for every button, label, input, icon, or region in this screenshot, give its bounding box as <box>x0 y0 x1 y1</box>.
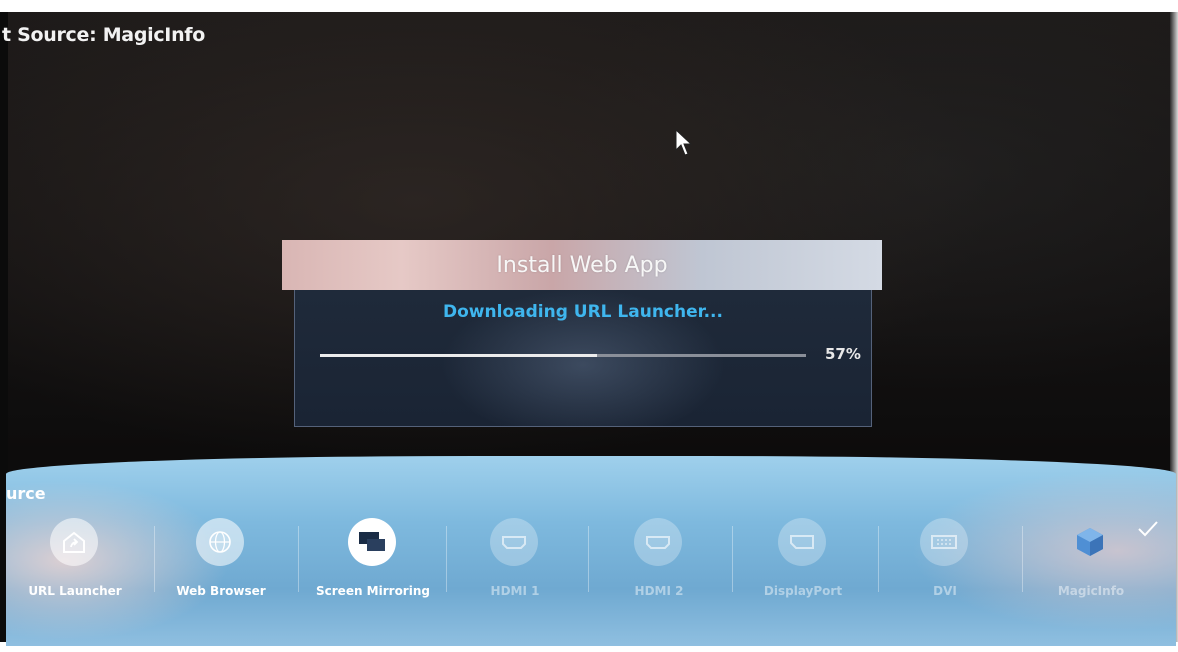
install-dialog-header: Install Web App <box>282 240 882 290</box>
hdmi-icon <box>490 518 538 566</box>
source-item-label: URL Launcher <box>28 584 122 598</box>
source-item-hdmi1[interactable]: HDMI 1 <box>450 518 580 628</box>
check-icon <box>1138 521 1158 537</box>
divider <box>446 526 447 592</box>
download-progress-bar <box>320 354 806 357</box>
magicinfo-icon <box>1066 518 1114 566</box>
divider <box>1022 526 1023 592</box>
install-dialog: Downloading URL Launcher... 57% <box>294 290 872 427</box>
source-item-label: Screen Mirroring <box>316 584 430 598</box>
displayport-icon <box>778 518 826 566</box>
source-item-web-browser[interactable]: Web Browser <box>156 518 286 628</box>
input-source-title: t Source: MagicInfo <box>2 24 206 46</box>
source-item-label: DisplayPort <box>763 584 843 598</box>
divider <box>154 526 155 592</box>
source-item-hdmi2[interactable]: HDMI 2 <box>594 518 724 628</box>
source-item-label: Web Browser <box>176 584 266 598</box>
source-bar-label: urce <box>6 484 46 503</box>
source-item-label: MagicInfo <box>1057 584 1125 598</box>
source-item-displayport[interactable]: DisplayPort <box>738 518 868 628</box>
source-item-dvi[interactable]: DVI <box>880 518 1010 628</box>
divider <box>298 526 299 592</box>
source-item-screen-mirroring[interactable]: Screen Mirroring <box>308 518 438 628</box>
source-item-url-launcher[interactable]: URL Launcher <box>10 518 140 628</box>
source-item-label: HDMI 1 <box>490 584 540 598</box>
web-browser-icon <box>196 518 244 566</box>
photo-frame: t Source: MagicInfo Install Web App Down… <box>0 0 1178 652</box>
download-progress-percent: 57% <box>825 345 861 363</box>
mouse-cursor-icon <box>675 128 693 156</box>
install-dialog-title: Install Web App <box>496 252 668 278</box>
divider <box>588 526 589 592</box>
source-bar: urce URL Launcher Web Browser Screen Mir… <box>6 456 1176 646</box>
screen-mirroring-icon <box>348 518 396 566</box>
source-item-label: HDMI 2 <box>634 584 684 598</box>
source-item-label: DVI <box>933 584 957 598</box>
download-progress-fill <box>320 354 598 357</box>
hdmi-icon <box>634 518 682 566</box>
download-status-text: Downloading URL Launcher... <box>443 302 723 322</box>
divider <box>878 526 879 592</box>
dvi-icon <box>920 518 968 566</box>
divider <box>732 526 733 592</box>
url-launcher-icon <box>50 518 98 566</box>
